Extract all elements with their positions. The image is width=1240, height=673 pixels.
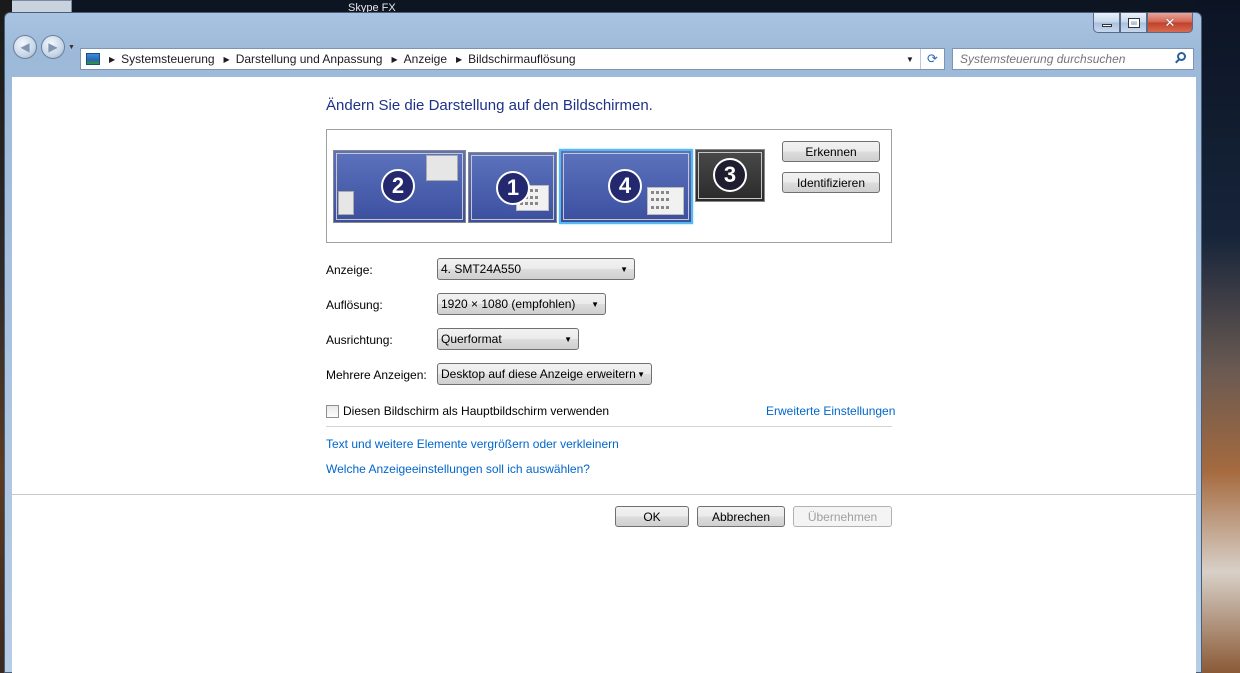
page-title: Ändern Sie die Darstellung auf den Bilds… xyxy=(326,97,653,114)
chevron-right-icon[interactable]: ▶ xyxy=(109,55,115,64)
address-bar[interactable]: ▶ Systemsteuerung ▶ Darstellung und Anpa… xyxy=(80,48,945,70)
forward-button[interactable]: ▶ xyxy=(41,35,65,59)
monitor-number-badge: 4 xyxy=(608,169,642,203)
display-select-value: 4. SMT24A550 xyxy=(441,262,522,276)
orientation-label: Ausrichtung: xyxy=(326,333,393,347)
breadcrumb-label[interactable]: Bildschirmauflösung xyxy=(468,52,575,66)
chevron-down-icon: ▼ xyxy=(620,265,628,274)
breadcrumb-item[interactable]: ▶ Anzeige xyxy=(382,52,447,66)
monitor-number-badge: 1 xyxy=(496,171,530,205)
breadcrumb-item[interactable]: ▶ Bildschirmauflösung xyxy=(447,52,576,66)
ok-button[interactable]: OK xyxy=(615,506,689,527)
monitor-3[interactable]: 3 xyxy=(695,149,765,202)
window-thumbnail-icon xyxy=(426,155,458,181)
cancel-button[interactable]: Abbrechen xyxy=(697,506,785,527)
search-input[interactable] xyxy=(953,49,1163,69)
resolution-select[interactable]: 1920 × 1080 (empfohlen) ▼ xyxy=(437,293,606,315)
monitor-2[interactable]: 2 xyxy=(333,150,466,223)
arrow-left-icon: ◀ xyxy=(20,40,30,54)
refresh-button[interactable]: ⟳ xyxy=(920,49,944,69)
footer-divider xyxy=(12,494,1196,495)
maximize-icon xyxy=(1127,17,1140,28)
app-grid-icon xyxy=(647,187,684,215)
window-controls: ✕ xyxy=(1093,13,1193,33)
multiple-displays-select-value: Desktop auf diese Anzeige erweitern xyxy=(441,367,636,381)
monitor-number-badge: 3 xyxy=(713,158,747,192)
minimize-icon xyxy=(1101,24,1112,27)
divider xyxy=(326,426,892,427)
resolution-label: Auflösung: xyxy=(326,298,383,312)
resolution-select-value: 1920 × 1080 (empfohlen) xyxy=(441,297,576,311)
breadcrumb-label[interactable]: Darstellung und Anpassung xyxy=(236,52,383,66)
breadcrumb-label[interactable]: Systemsteuerung xyxy=(121,52,214,66)
chevron-down-icon: ▼ xyxy=(591,300,599,309)
text-size-link[interactable]: Text und weitere Elemente vergrößern ode… xyxy=(326,437,619,451)
primary-display-label[interactable]: Diesen Bildschirm als Hauptbildschirm ve… xyxy=(343,404,609,418)
advanced-settings-link[interactable]: Erweiterte Einstellungen xyxy=(766,404,895,418)
breadcrumb-item[interactable]: ▶ Darstellung und Anpassung xyxy=(215,52,383,66)
desktop-background-right xyxy=(1196,0,1240,673)
search-box[interactable] xyxy=(952,48,1194,70)
display-select[interactable]: 4. SMT24A550 ▼ xyxy=(437,258,635,280)
monitor-1[interactable]: 1 xyxy=(468,152,557,223)
close-button[interactable]: ✕ xyxy=(1147,13,1193,33)
multiple-displays-select[interactable]: Desktop auf diese Anzeige erweitern ▼ xyxy=(437,363,652,385)
primary-display-checkbox[interactable] xyxy=(326,405,339,418)
taskbar-thumbnail-icon xyxy=(338,191,354,215)
chevron-right-icon[interactable]: ▶ xyxy=(391,55,397,64)
which-settings-link[interactable]: Welche Anzeigeeinstellungen soll ich aus… xyxy=(326,462,590,476)
orientation-select[interactable]: Querformat ▼ xyxy=(437,328,579,350)
apply-button[interactable]: Übernehmen xyxy=(793,506,892,527)
display-label: Anzeige: xyxy=(326,263,373,277)
minimize-button[interactable] xyxy=(1093,13,1120,33)
monitor-number-badge: 2 xyxy=(381,169,415,203)
content-pane: Ändern Sie die Darstellung auf den Bilds… xyxy=(12,77,1196,673)
recent-pages-dropdown[interactable]: ▼ xyxy=(68,44,76,52)
chevron-down-icon: ▼ xyxy=(564,335,572,344)
refresh-icon: ⟳ xyxy=(927,51,938,66)
back-button[interactable]: ◀ xyxy=(13,35,37,59)
search-icon[interactable] xyxy=(1175,52,1187,64)
multiple-displays-label: Mehrere Anzeigen: xyxy=(326,368,427,382)
breadcrumb-item[interactable]: ▶ Systemsteuerung xyxy=(100,52,215,66)
monitor-4[interactable]: 4 xyxy=(559,149,693,224)
chevron-right-icon[interactable]: ▶ xyxy=(224,55,230,64)
control-panel-icon xyxy=(86,53,100,65)
breadcrumb-label[interactable]: Anzeige xyxy=(404,52,447,66)
chevron-right-icon[interactable]: ▶ xyxy=(456,55,462,64)
chevron-down-icon: ▼ xyxy=(637,370,645,379)
maximize-button[interactable] xyxy=(1120,13,1147,33)
arrow-right-icon: ▶ xyxy=(48,40,58,54)
orientation-select-value: Querformat xyxy=(441,332,502,346)
address-dropdown-button[interactable]: ▼ xyxy=(902,49,918,69)
detect-button[interactable]: Erkennen xyxy=(782,141,880,162)
close-icon: ✕ xyxy=(1164,14,1176,30)
identify-button[interactable]: Identifizieren xyxy=(782,172,880,193)
